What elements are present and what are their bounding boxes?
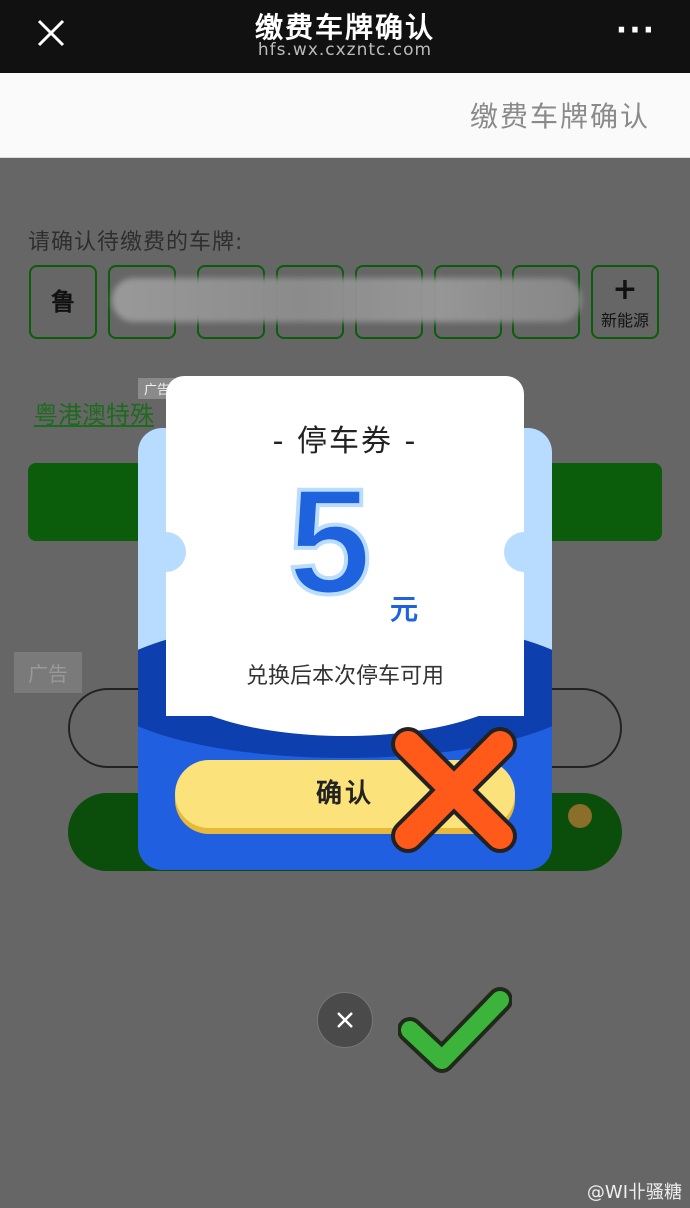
header-title: 缴费车牌确认	[469, 100, 650, 133]
new-energy-button[interactable]: + 新能源	[591, 265, 659, 339]
hk-macau-link[interactable]: 粤港澳特殊	[34, 395, 154, 430]
plus-icon: +	[612, 272, 638, 307]
ad-badge-large: 广告	[14, 652, 82, 693]
coupon-notch-left	[146, 532, 186, 572]
browser-topbar: 缴费车牌确认 hfs.wx.cxzntc.com ···	[0, 0, 690, 73]
plate-province-char: 鲁	[51, 288, 75, 316]
page-header: 缴费车牌确认	[0, 73, 690, 158]
watermark: @WI卝骚糖	[586, 1182, 682, 1203]
modal-dismiss-button[interactable]	[317, 992, 373, 1048]
coupon-notch-right	[504, 532, 544, 572]
plate-prompt: 请确认待缴费的车牌:	[28, 230, 244, 255]
green-check-mark-icon	[398, 987, 512, 1073]
more-dots-icon[interactable]: ···	[616, 16, 656, 46]
plate-cell-1[interactable]: 鲁	[29, 265, 97, 339]
coupon-modal: - 停车券 - 5 元 兑换后本次停车可用 确认	[138, 376, 552, 870]
coupon-description: 兑换后本次停车可用	[245, 664, 444, 689]
pill-dot-icon	[568, 804, 592, 828]
page-url: hfs.wx.cxzntc.com	[257, 40, 433, 60]
redacted-plate-scribble	[112, 278, 582, 322]
new-energy-label: 新能源	[600, 311, 649, 330]
coupon-amount: 5	[286, 457, 373, 625]
coupon-title: - 停车券 -	[272, 424, 418, 459]
coupon-unit: 元	[390, 593, 419, 626]
close-icon	[337, 1012, 353, 1028]
orange-cross-mark-icon	[391, 727, 517, 853]
